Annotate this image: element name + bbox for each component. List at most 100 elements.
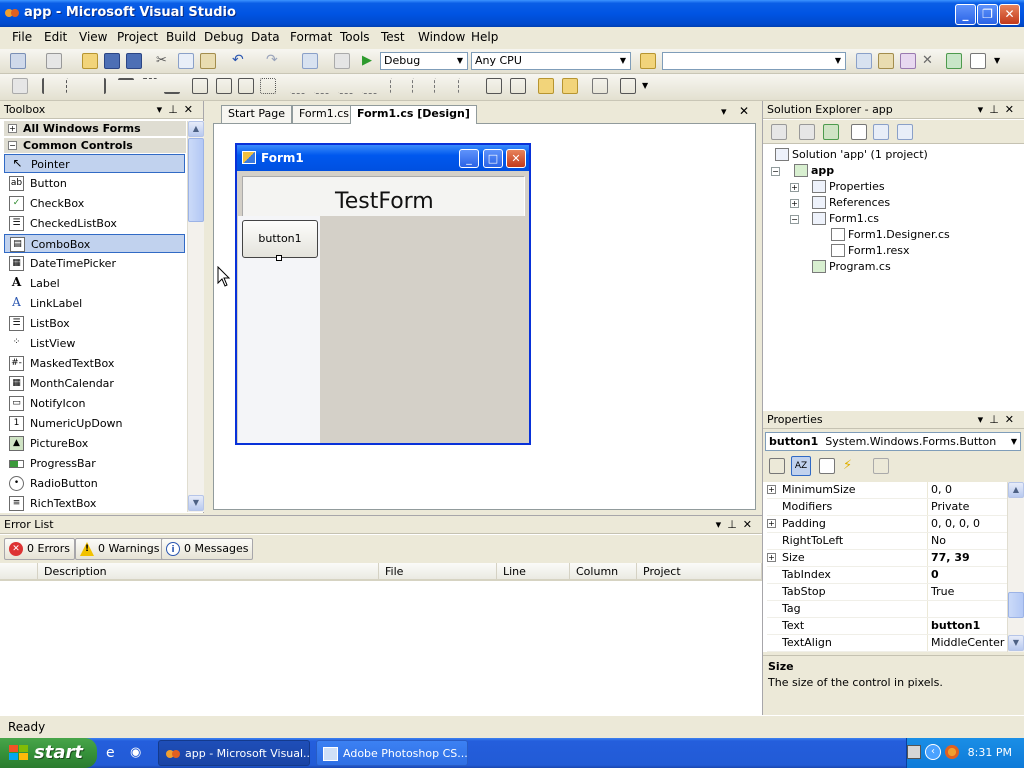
menu-window[interactable]: Window <box>418 30 465 44</box>
menu-view[interactable]: View <box>79 30 107 44</box>
make-same-width-icon[interactable] <box>192 78 208 94</box>
pin-icon[interactable]: ⊥ <box>727 518 743 531</box>
view-code-icon[interactable] <box>851 124 867 140</box>
collapse-icon[interactable]: − <box>790 215 799 224</box>
properties-icon[interactable] <box>771 124 787 140</box>
keyboard-icon[interactable] <box>907 745 921 759</box>
toolbox-item-radiobutton[interactable]: • RadioButton <box>4 474 185 493</box>
warnings-filter-button[interactable]: ! 0 Warnings <box>75 538 165 560</box>
save-all-icon[interactable] <box>126 53 142 69</box>
find-combo[interactable]: ▼ <box>662 52 846 70</box>
alphabetical-icon[interactable]: AZ <box>791 456 811 476</box>
align-to-grid-icon[interactable] <box>12 78 28 94</box>
quick-launch-icon[interactable]: ◉ <box>130 745 146 761</box>
column-header-column[interactable]: Column <box>570 563 637 581</box>
minimize-button[interactable]: _ <box>955 4 976 25</box>
show-all-files-icon[interactable] <box>799 124 815 140</box>
cut-icon[interactable]: ✂ <box>156 53 172 69</box>
view-designer-icon[interactable] <box>873 124 889 140</box>
menu-tools[interactable]: Tools <box>340 30 370 44</box>
tree-node-form1-cs[interactable]: Form1.cs <box>812 212 879 225</box>
toolbox-item-numericupdown[interactable]: 1 NumericUpDown <box>4 414 185 433</box>
menu-project[interactable]: Project <box>117 30 158 44</box>
properties-window-icon[interactable] <box>878 53 894 69</box>
redo-icon[interactable]: ↷ <box>266 53 282 69</box>
navigate-forward-icon[interactable] <box>334 53 350 69</box>
scroll-thumb[interactable] <box>188 138 204 222</box>
internet-explorer-icon[interactable]: e <box>106 745 122 761</box>
toolbox-item-monthcalendar[interactable]: ▦ MonthCalendar <box>4 374 185 393</box>
start-debugging-icon[interactable]: ▶ <box>362 53 378 69</box>
column-header-project[interactable]: Project <box>637 563 762 581</box>
solution-root-node[interactable]: Solution 'app' (1 project) <box>775 148 928 161</box>
button1[interactable]: button1 <box>242 220 318 258</box>
pin-icon[interactable]: ⊥ <box>168 103 184 116</box>
save-icon[interactable] <box>104 53 120 69</box>
find-in-files-icon[interactable] <box>640 53 656 69</box>
menu-help[interactable]: Help <box>471 30 498 44</box>
tree-node-program-cs[interactable]: Program.cs <box>812 260 891 273</box>
close-icon[interactable]: ✕ <box>1005 103 1020 116</box>
toolbox-item-label[interactable]: A Label <box>4 274 185 293</box>
scroll-down-icon[interactable]: ▼ <box>1008 635 1024 651</box>
menu-format[interactable]: Format <box>290 30 332 44</box>
tree-node-form1-designer[interactable]: Form1.Designer.cs <box>831 228 950 241</box>
command-window-icon[interactable] <box>970 53 986 69</box>
view-class-diagram-icon[interactable] <box>897 124 913 140</box>
toolbox-item-listview[interactable]: ⁘ ListView <box>4 334 185 353</box>
toolbox-item-checkedlistbox[interactable]: ☰ CheckedListBox <box>4 214 185 233</box>
events-icon[interactable]: ⚡ <box>843 458 859 474</box>
dropdown-icon[interactable]: ▾ <box>716 518 728 531</box>
menu-test[interactable]: Test <box>381 30 405 44</box>
pin-icon[interactable]: ⊥ <box>989 103 1005 116</box>
toolbox-item-button[interactable]: ab Button <box>4 174 185 193</box>
dropdown-icon[interactable]: ▾ <box>978 413 990 426</box>
center-vertically-icon[interactable] <box>510 78 526 94</box>
property-row-tabindex[interactable]: TabIndex 0 <box>767 567 1009 584</box>
solution-explorer-icon[interactable] <box>856 53 872 69</box>
toolbox-category-common-controls[interactable]: − Common Controls <box>4 138 186 153</box>
toolbox-tools-icon[interactable]: ✕ <box>922 53 938 69</box>
expand-icon[interactable]: + <box>767 519 776 528</box>
expand-icon[interactable]: + <box>790 183 799 192</box>
task-visual-studio[interactable]: app - Microsoft Visual... <box>158 740 310 766</box>
column-header-line[interactable]: Line <box>497 563 570 581</box>
property-row-size[interactable]: + Size 77, 39 <box>767 550 1009 567</box>
close-button[interactable]: ✕ <box>999 4 1020 25</box>
testform-label[interactable]: TestForm <box>335 189 434 214</box>
align-centers-icon[interactable] <box>66 78 82 94</box>
expand-icon[interactable]: + <box>767 485 776 494</box>
properties-view-icon[interactable] <box>819 458 835 474</box>
increase-vertical-spacing-icon[interactable] <box>412 78 428 94</box>
close-document-icon[interactable]: ✕ <box>739 104 749 118</box>
toolbox-item-checkbox[interactable]: ✓ CheckBox <box>4 194 185 213</box>
categorized-icon[interactable] <box>769 458 785 474</box>
column-header-file[interactable]: File <box>379 563 497 581</box>
align-rights-icon[interactable] <box>90 78 106 94</box>
property-row-minimumsize[interactable]: + MinimumSize 0, 0 <box>767 482 1009 499</box>
tab-list-dropdown-icon[interactable]: ▾ <box>721 105 727 118</box>
clock[interactable]: 8:31 PM <box>968 746 1012 759</box>
toolbox-item-combobox[interactable]: ▤ ComboBox <box>4 234 185 253</box>
toolbar-options-icon[interactable]: ▼ <box>994 53 1010 69</box>
align-tops-icon[interactable] <box>118 78 134 94</box>
dropdown-icon[interactable]: ▾ <box>978 103 990 116</box>
tree-node-properties[interactable]: Properties <box>812 180 885 193</box>
tray-expand-icon[interactable]: ‹ <box>925 744 941 760</box>
toolbox-item-progressbar[interactable]: ProgressBar <box>4 454 185 473</box>
menu-build[interactable]: Build <box>166 30 196 44</box>
start-button[interactable]: start <box>0 738 97 768</box>
solution-platform-select[interactable]: Any CPU ▼ <box>471 52 631 70</box>
property-row-tag[interactable]: Tag <box>767 601 1009 618</box>
scroll-down-icon[interactable]: ▼ <box>188 495 204 511</box>
menu-debug[interactable]: Debug <box>204 30 243 44</box>
column-header-description[interactable]: Description <box>38 563 379 581</box>
align-lefts-icon[interactable] <box>42 78 58 94</box>
copy-icon[interactable] <box>178 53 194 69</box>
toolbox-item-datetimepicker[interactable]: ▦ DateTimePicker <box>4 254 185 273</box>
resize-handle[interactable] <box>276 255 282 261</box>
menu-edit[interactable]: Edit <box>44 30 67 44</box>
open-icon[interactable] <box>82 53 98 69</box>
project-node-app[interactable]: app <box>794 164 834 177</box>
increase-horizontal-spacing-icon[interactable] <box>314 78 330 94</box>
